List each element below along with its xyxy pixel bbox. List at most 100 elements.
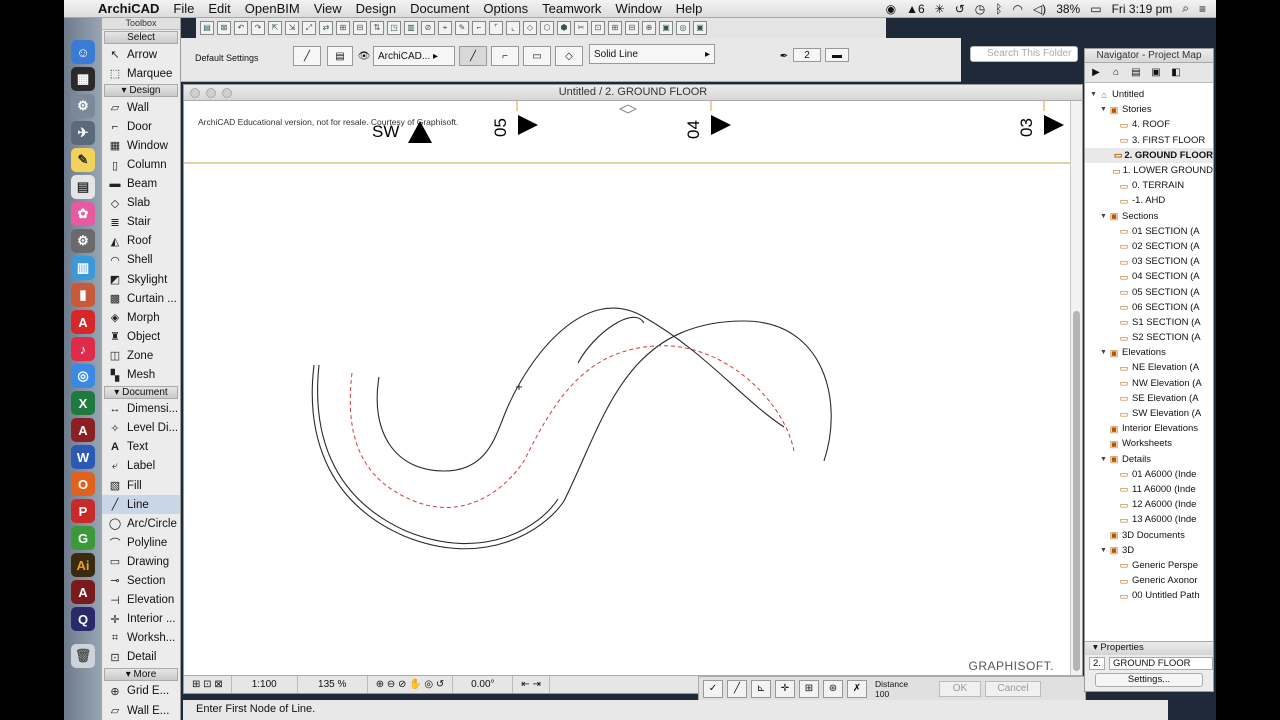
eye-icon[interactable]: 👁 (355, 46, 373, 66)
tree-node[interactable]: ▭ 0. TERRAIN (1085, 178, 1213, 193)
tool-level-dimension[interactable]: ✧ Level Di... (102, 419, 180, 438)
toolbar-button[interactable]: ⌐ (472, 21, 486, 35)
tree-node[interactable]: ▭ 01 SECTION (A (1085, 224, 1213, 239)
menu-teamwork[interactable]: Teamwork (536, 1, 609, 16)
publisher-sets-icon[interactable]: ◧ (1169, 66, 1183, 80)
toolbar-button[interactable]: ▤ (200, 21, 214, 35)
illustrator-icon[interactable]: Ai (71, 553, 95, 577)
line-type-dropdown[interactable]: Solid Line ▸ (589, 44, 715, 64)
preferences-icon[interactable]: ⚙ (71, 229, 95, 253)
road-outer-edge-inner[interactable] (317, 364, 559, 545)
tree-node[interactable]: ▭ S2 SECTION (A (1085, 330, 1213, 345)
archicad-edu-icon[interactable]: A (71, 418, 95, 442)
tool-mesh[interactable]: ▚ Mesh (102, 366, 180, 385)
bluetooth-icon[interactable]: ᛒ (995, 2, 1002, 16)
tool-morph[interactable]: ◈ Morph (102, 308, 180, 327)
zoom-display[interactable]: 135 % (298, 676, 368, 693)
tree-node[interactable]: ▭ 00 Untitled Path (1085, 588, 1213, 603)
timemachine-icon[interactable]: ↺ (955, 2, 965, 16)
tree-node[interactable]: ▭ 13 A6000 (Inde (1085, 512, 1213, 527)
calculator-icon[interactable]: ▥ (71, 256, 95, 280)
toolbar-button[interactable]: ⤢ (302, 21, 316, 35)
tree-node[interactable]: ▭ 12 A6000 (Inde (1085, 497, 1213, 512)
trash-icon[interactable]: 🗑 (71, 644, 95, 668)
tree-node[interactable]: ▼ ▣ 3D (1085, 543, 1213, 558)
tree-node[interactable]: ▭ NE Elevation (A (1085, 360, 1213, 375)
tool-slab[interactable]: ◇ Slab (102, 194, 180, 213)
toolbar-button[interactable]: ◳ (387, 21, 401, 35)
menu-file[interactable]: File (167, 1, 202, 16)
toolbar-button[interactable]: ⬢ (557, 21, 571, 35)
dashboard-icon[interactable]: ▦ (71, 67, 95, 91)
clock-icon[interactable]: ◷ (975, 2, 985, 16)
tree-node[interactable]: ▭ SE Elevation (A (1085, 391, 1213, 406)
finder-icon[interactable]: ☺ (71, 40, 95, 64)
story-name[interactable]: GROUND FLOOR (1108, 656, 1213, 670)
volume-icon[interactable]: ◁) (1033, 2, 1046, 16)
publisher-icon[interactable]: P (71, 499, 95, 523)
section-marker-triangle[interactable] (1044, 115, 1064, 135)
tree-node[interactable]: ▭ 03 SECTION (A (1085, 254, 1213, 269)
toolbar-button[interactable]: ⊞ (608, 21, 622, 35)
preview-icon[interactable]: ▤ (71, 175, 95, 199)
single-line-button[interactable]: ╱ (459, 46, 487, 66)
toolbar-button[interactable]: ⇅ (370, 21, 384, 35)
section-marker-triangle[interactable] (518, 115, 538, 135)
menu-view[interactable]: View (308, 1, 350, 16)
toolbar-button[interactable]: ⌜ (489, 21, 503, 35)
tool-grid-element[interactable]: ⊕ Grid E... (102, 682, 180, 701)
pen-number-field[interactable]: 2 (793, 48, 821, 62)
tree-node[interactable]: ▭ -1. AHD (1085, 193, 1213, 208)
toolbar-button[interactable]: ⌖ (438, 21, 452, 35)
menu-edit[interactable]: Edit (202, 1, 238, 16)
zoom-buttons[interactable]: ⊕ ⊖ ⊘ ✋ ◎ ↺ (368, 676, 454, 693)
minimize-button[interactable] (206, 88, 216, 98)
greenapp-icon[interactable]: G (71, 526, 95, 550)
tree-node[interactable]: ▼ ▣ Elevations (1085, 345, 1213, 360)
document-group-header[interactable]: ▾ Document (104, 385, 178, 399)
tree-node[interactable]: ▼ ▣ Sections (1085, 209, 1213, 224)
tool-interior-elevation[interactable]: ✛ Interior ... (102, 610, 180, 629)
redo-icon[interactable]: ↷ (251, 21, 265, 35)
archicad-icon[interactable]: A (71, 580, 95, 604)
tree-node[interactable]: ▭ 2. GROUND FLOOR (1085, 147, 1213, 163)
gravity-icon[interactable]: ⊛ (823, 680, 843, 698)
guide-line-icon[interactable]: ╱ (727, 680, 747, 698)
toolbar-button[interactable]: ⇄ (319, 21, 333, 35)
tree-node[interactable]: ▭ S1 SECTION (A (1085, 315, 1213, 330)
tree-node[interactable]: ▭ Generic Axonor (1085, 573, 1213, 588)
clock-text[interactable]: Fri 3:19 pm (1112, 2, 1173, 16)
tree-node[interactable]: ▼ ▣ Stories (1085, 102, 1213, 117)
tool-elevation[interactable]: ⊣ Elevation (102, 591, 180, 610)
settings-button[interactable]: Settings... (1095, 673, 1203, 687)
toolbar-button[interactable]: ⊠ (217, 21, 231, 35)
word-icon[interactable]: W (71, 445, 95, 469)
view-buttons[interactable]: ⇤ ⇥ (513, 676, 550, 693)
tool-arc-circle[interactable]: ◯ Arc/Circle (102, 514, 180, 533)
tree-node[interactable]: ▭ 05 SECTION (A (1085, 284, 1213, 299)
books-icon[interactable]: ▮ (71, 283, 95, 307)
launchpad-icon[interactable]: ✈ (71, 121, 95, 145)
offset-icon[interactable]: ✗ (847, 680, 867, 698)
toolbar-button[interactable]: ⇲ (285, 21, 299, 35)
tree-node[interactable]: ▭ 3. FIRST FLOOR (1085, 133, 1213, 148)
menu-document[interactable]: Document (404, 1, 477, 16)
select-group-header[interactable]: Select (104, 31, 178, 44)
rotation-angle[interactable]: 0.00° (453, 676, 514, 693)
tool-dimension[interactable]: ↔ Dimensi... (102, 400, 180, 419)
tool-label[interactable]: ⤶ Label (102, 457, 180, 476)
disclosure-triangle-icon[interactable]: ▼ (1089, 91, 1098, 98)
toolbar-button[interactable]: ◎ (676, 21, 690, 35)
quicktime-icon[interactable]: Q (71, 607, 95, 631)
toolbar-button[interactable]: ✂ (574, 21, 588, 35)
photos-icon[interactable]: ✿ (71, 202, 95, 226)
tool-skylight[interactable]: ◩ Skylight (102, 270, 180, 289)
wifi-icon[interactable]: ◠ (1012, 2, 1022, 16)
snap-icon[interactable]: ⊾ (751, 680, 771, 698)
tree-node[interactable]: ▭ 02 SECTION (A (1085, 239, 1213, 254)
distance-field[interactable]: Distance 100 (875, 679, 935, 699)
menu-window[interactable]: Window (609, 1, 669, 16)
navigator-menu-icon[interactable]: ▶ (1089, 66, 1103, 80)
section-marker-triangle[interactable] (711, 115, 731, 135)
view-map-icon[interactable]: ▤ (1129, 66, 1143, 80)
